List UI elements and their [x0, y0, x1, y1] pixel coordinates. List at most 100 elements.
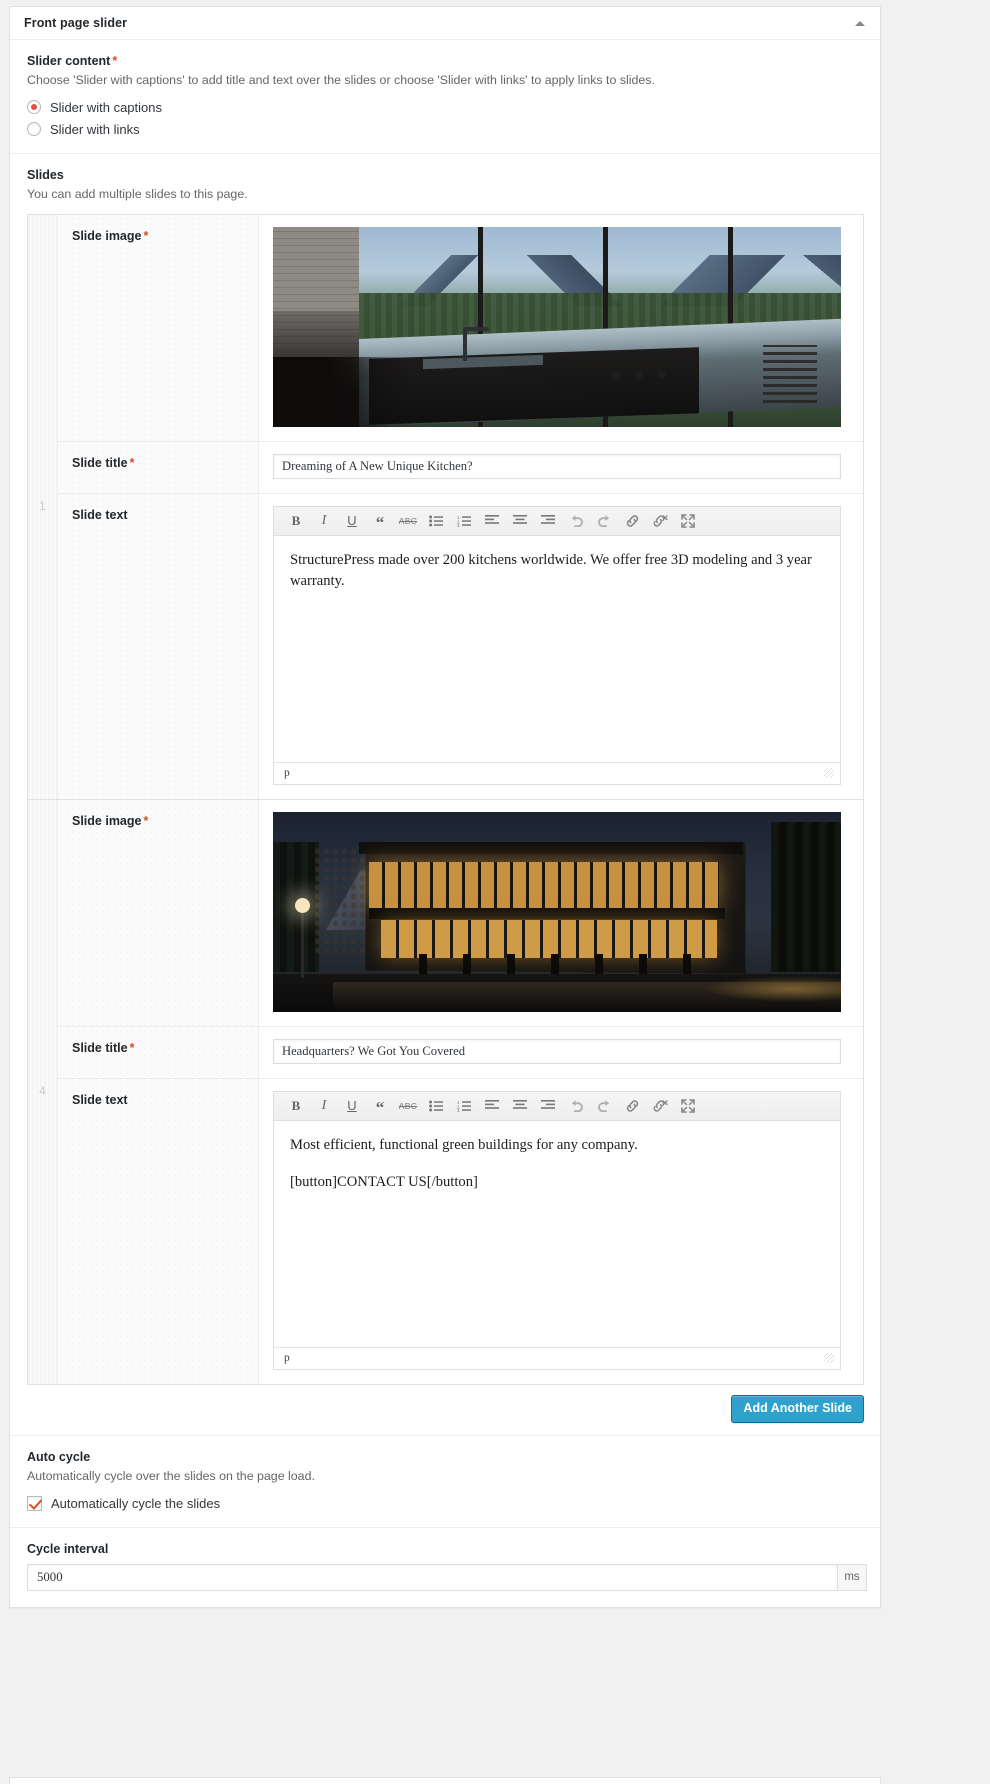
- bulleted-list-icon[interactable]: [422, 509, 450, 533]
- cycle-interval-field: Cycle interval ms: [10, 1528, 880, 1607]
- slide-image-preview[interactable]: [273, 811, 841, 1012]
- link-icon[interactable]: [618, 1094, 646, 1118]
- cycle-interval-control: ms: [27, 1563, 867, 1591]
- slide-order-handle[interactable]: 1: [28, 214, 58, 799]
- unlink-icon[interactable]: [646, 1094, 674, 1118]
- slide-title-control: [258, 441, 863, 493]
- slide-image-preview[interactable]: [273, 226, 841, 427]
- auto-cycle-description: Automatically cycle over the slides on t…: [27, 1468, 315, 1483]
- slide-text-subfield: Slide text B I U “ ABC: [58, 1078, 863, 1384]
- add-another-slide-button[interactable]: Add Another Slide: [731, 1394, 864, 1423]
- slider-content-label: Slider content *: [27, 54, 864, 68]
- svg-text:3: 3: [457, 523, 460, 527]
- slide-image-label-text: Slide image: [72, 813, 142, 828]
- slide-title-label: Slide title *: [58, 442, 258, 493]
- auto-cycle-checkbox-row[interactable]: Automatically cycle the slides: [27, 1495, 864, 1511]
- slides-field: Slides You can add multiple slides to th…: [10, 154, 880, 1436]
- auto-cycle-checkbox-label: Automatically cycle the slides: [51, 1495, 221, 1511]
- slide-title-control: [258, 1026, 863, 1078]
- slide-fields: Slide image *: [58, 799, 863, 1384]
- editor-statusbar: p: [274, 1346, 840, 1369]
- slide-text-control: B I U “ ABC: [258, 493, 863, 799]
- slider-content-description: Choose 'Slider with captions' to add tit…: [27, 73, 655, 87]
- next-metabox-edge: [9, 1777, 881, 1784]
- slide-text-label: Slide text: [72, 1092, 128, 1107]
- editor-content-area[interactable]: Most efficient, functional green buildin…: [274, 1121, 840, 1347]
- slide-title-label: Slide title *: [58, 1027, 258, 1078]
- caret-up-icon[interactable]: [850, 13, 870, 33]
- editor-element-path: p: [284, 1352, 290, 1365]
- table-row: 4 Slide image * Slide title * Headquarte…: [28, 799, 863, 1385]
- editor-resize-handle[interactable]: [824, 768, 834, 779]
- svg-text:3: 3: [457, 1108, 460, 1112]
- undo-icon[interactable]: [562, 509, 590, 533]
- align-center-icon[interactable]: [506, 509, 534, 533]
- slide-title-label-text: Slide title: [72, 455, 128, 470]
- slides-description: You can add multiple slides to this page…: [27, 186, 248, 201]
- numbered-list-icon[interactable]: 123: [450, 1094, 478, 1118]
- checkbox-icon-auto-cycle[interactable]: [27, 1495, 42, 1511]
- underline-icon[interactable]: U: [338, 509, 366, 533]
- fullscreen-icon[interactable]: [674, 1094, 702, 1118]
- slide-order-number: 4: [39, 1085, 46, 1098]
- editor-content-area[interactable]: StructurePress made over 200 kitchens wo…: [274, 536, 840, 762]
- editor-paragraph: [button]CONTACT US[/button]: [290, 1174, 478, 1191]
- undo-icon[interactable]: [562, 1094, 590, 1118]
- align-right-icon[interactable]: [534, 1094, 562, 1118]
- front-page-slider-metabox: Front page slider Slider content * Choose…: [9, 6, 881, 1608]
- radio-label-captions: Slider with captions: [50, 99, 162, 115]
- slide-title-input[interactable]: [273, 1038, 841, 1064]
- radio-slider-with-captions[interactable]: Slider with captions: [27, 100, 864, 115]
- redo-icon[interactable]: [590, 1094, 618, 1118]
- editor-statusbar: p: [274, 761, 840, 784]
- bulleted-list-icon[interactable]: [422, 1094, 450, 1118]
- required-asterisk: *: [143, 813, 149, 828]
- slide-order-handle[interactable]: 4: [28, 799, 58, 1384]
- italic-icon[interactable]: I: [310, 509, 338, 533]
- auto-cycle-label: Auto cycle: [27, 1449, 91, 1464]
- link-icon[interactable]: [618, 509, 646, 533]
- radio-icon-links[interactable]: [27, 122, 41, 137]
- unlink-icon[interactable]: [646, 509, 674, 533]
- radio-label-links: Slider with links: [50, 121, 140, 137]
- required-asterisk: *: [129, 455, 135, 470]
- slide-image-subfield: Slide image *: [58, 799, 863, 1027]
- strikethrough-icon[interactable]: ABC: [394, 509, 422, 533]
- add-slide-row: Add Another Slide: [10, 1384, 880, 1436]
- slide-title-label-text: Slide title: [72, 1040, 128, 1055]
- strikethrough-icon[interactable]: ABC: [394, 1094, 422, 1118]
- fullscreen-icon[interactable]: [674, 509, 702, 533]
- editor-resize-handle[interactable]: [824, 1353, 834, 1364]
- slide-image-label: Slide image *: [58, 215, 258, 441]
- align-center-icon[interactable]: [506, 1094, 534, 1118]
- numbered-list-icon[interactable]: 123: [450, 509, 478, 533]
- redo-icon[interactable]: [590, 509, 618, 533]
- cycle-interval-label: Cycle interval: [27, 1541, 109, 1556]
- radio-icon-captions[interactable]: [27, 100, 41, 115]
- required-asterisk: *: [112, 54, 118, 68]
- slide-title-subfield: Slide title *: [58, 1026, 863, 1079]
- radio-slider-with-links[interactable]: Slider with links: [27, 122, 864, 137]
- slide-text-control: B I U “ ABC: [258, 1078, 863, 1384]
- cycle-interval-input[interactable]: [27, 1563, 837, 1591]
- page-title: Front page slider: [24, 16, 128, 30]
- slider-content-field: Slider content * Choose 'Slider with capt…: [10, 40, 880, 154]
- align-left-icon[interactable]: [478, 509, 506, 533]
- underline-icon[interactable]: U: [338, 1094, 366, 1118]
- blockquote-icon[interactable]: “: [366, 509, 394, 533]
- align-left-icon[interactable]: [478, 1094, 506, 1118]
- slide-text-label: Slide text: [72, 507, 128, 522]
- slides-header: Slides You can add multiple slides to th…: [10, 154, 880, 1385]
- cycle-interval-unit: ms: [837, 1563, 867, 1591]
- slides-repeater: 1 Slide image * Slide title * Dreaming o…: [27, 213, 864, 1385]
- italic-icon[interactable]: I: [310, 1094, 338, 1118]
- blockquote-icon[interactable]: “: [366, 1094, 394, 1118]
- editor-paragraph: StructurePress made over 200 kitchens wo…: [290, 551, 812, 590]
- slide-title-subfield: Slide title *: [58, 441, 863, 494]
- bold-icon[interactable]: B: [282, 1094, 310, 1118]
- slide-image-control: [258, 214, 863, 441]
- bold-icon[interactable]: B: [282, 509, 310, 533]
- align-right-icon[interactable]: [534, 509, 562, 533]
- slide-fields: Slide image *: [58, 214, 863, 799]
- slide-title-input[interactable]: [273, 453, 841, 479]
